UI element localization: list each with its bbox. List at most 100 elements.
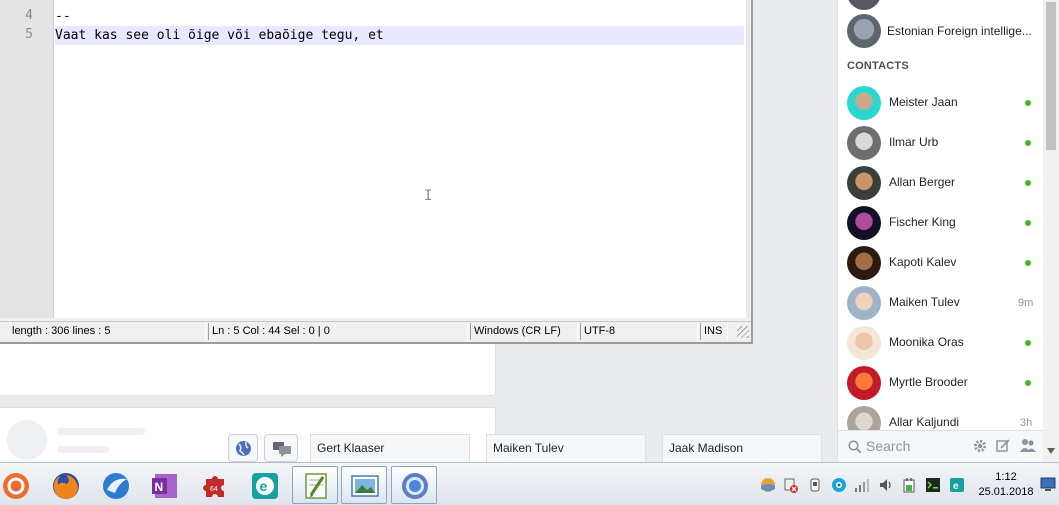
status-insert-mode[interactable]: INS: [700, 323, 728, 340]
contact-name: Kapoti Kalev: [889, 255, 957, 269]
chat-tab[interactable]: Maiken Tulev: [486, 434, 646, 462]
taskbar-eset[interactable]: e: [241, 466, 287, 504]
avatar: [847, 126, 881, 160]
weather-icon[interactable]: [760, 477, 776, 493]
contact-name: Moonika Oras: [889, 335, 964, 349]
chat-tab[interactable]: Jaak Madison: [662, 434, 822, 462]
group-chat-row[interactable]: Estonian Foreign intellige...: [838, 11, 1038, 51]
contacts-heading: CONTACTS: [847, 60, 909, 72]
thunderbird-icon: [103, 473, 129, 499]
chat-search-bar[interactable]: Search: [838, 430, 1044, 462]
taskbar-puzzle64[interactable]: 64: [191, 466, 237, 504]
contact-row[interactable]: Fischer King: [838, 203, 1038, 243]
avatar: [847, 366, 881, 400]
svg-text:N: N: [155, 480, 164, 494]
firefox-icon: [53, 473, 79, 499]
chat-tab[interactable]: Gert Klaaser: [310, 434, 470, 462]
svg-text:64: 64: [210, 486, 218, 493]
system-tray: e 1:12 25.01.2018: [754, 464, 1059, 505]
taskbar-notepadplusplus[interactable]: [292, 466, 338, 504]
contact-row[interactable]: Maiken Tulev 9m: [838, 283, 1038, 323]
skeleton-line: [57, 428, 145, 435]
contact-row[interactable]: Meister Jaan: [838, 83, 1038, 123]
signal-strength-icon[interactable]: [854, 477, 870, 493]
contact-name: Meister Jaan: [889, 95, 958, 109]
taskbar-thunderbird[interactable]: [92, 466, 138, 504]
group-avatar: [847, 14, 881, 48]
text-cursor-icon: I: [424, 188, 433, 204]
group-chat-name: Estonian Foreign intellige...: [887, 24, 1032, 38]
online-dot-icon: [1025, 260, 1031, 266]
usb-device-icon[interactable]: [807, 477, 823, 493]
avatar: [847, 206, 881, 240]
svg-text:e: e: [953, 481, 959, 492]
chat-tab-label: Gert Klaaser: [317, 441, 385, 455]
status-caret-position: Ln : 5 Col : 44 Sel : 0 | 0: [208, 323, 468, 340]
skeleton-avatar: [7, 420, 47, 460]
contact-name: Myrtle Brooder: [889, 375, 968, 389]
taskbar-photo-viewer[interactable]: [341, 466, 387, 504]
svg-text:e: e: [260, 478, 268, 494]
eset-icon: e: [252, 473, 278, 499]
speaker-icon[interactable]: [878, 477, 894, 493]
contact-row[interactable]: Myrtle Brooder: [838, 363, 1038, 403]
notepad-editor-window: 3 4 5 -- Vaat kas see oli õige või ebaõi…: [0, 0, 753, 344]
world-chat-button[interactable]: [228, 434, 258, 462]
status-encoding[interactable]: UTF-8: [580, 323, 698, 340]
create-group-icon[interactable]: [1020, 438, 1036, 453]
eset-tray-icon[interactable]: e: [949, 477, 965, 493]
taskbar-firefox[interactable]: [42, 466, 88, 504]
online-dot-icon: [1025, 380, 1031, 386]
puzzle64-icon: 64: [203, 476, 224, 497]
contact-name: Allar Kaljundi: [889, 415, 960, 429]
contact-name: Allan Berger: [889, 175, 956, 189]
taskbar-avast[interactable]: [0, 466, 38, 504]
contact-row[interactable]: Kapoti Kalev: [838, 243, 1038, 283]
search-icon: [848, 440, 862, 454]
avatar: [847, 166, 881, 200]
contact-row[interactable]: Allan Berger: [838, 163, 1038, 203]
windows-taskbar: N 64 e e 1:12 25.01.2018: [0, 462, 1059, 505]
network-disconnected-icon[interactable]: [783, 477, 799, 493]
contact-name: Maiken Tulev: [889, 295, 960, 309]
gear-icon[interactable]: [973, 439, 987, 453]
line-number: 4: [25, 8, 33, 23]
eye-icon[interactable]: [831, 477, 847, 493]
code-line[interactable]: --: [55, 7, 744, 26]
line-number: 5: [25, 27, 33, 42]
clock-date: 25.01.2018: [978, 486, 1034, 498]
clock-time: 1:12: [995, 471, 1017, 483]
chat-sidebar: Estonian Foreign intellige... CONTACTS M…: [837, 0, 1059, 462]
messenger-button[interactable]: [264, 434, 298, 462]
taskbar-chrome[interactable]: [391, 466, 437, 504]
terminal-app-icon[interactable]: [925, 477, 941, 493]
line-number: 3: [25, 0, 33, 4]
contact-row[interactable]: Ilmar Urb: [838, 123, 1038, 163]
onenote-icon: N: [152, 474, 177, 498]
status-eol-format[interactable]: Windows (CR LF): [470, 323, 578, 340]
chat-sidebar-scrollbar[interactable]: [1043, 0, 1059, 462]
new-message-icon[interactable]: [996, 439, 1010, 453]
show-desktop-icon[interactable]: [1040, 475, 1056, 493]
skeleton-line: [57, 446, 109, 453]
resize-grip-icon[interactable]: [737, 326, 749, 338]
last-active-time: 9m: [1018, 297, 1034, 309]
scrollbar-thumb[interactable]: [1046, 2, 1056, 150]
editor-scrollbar[interactable]: [746, 0, 750, 318]
last-active-time: 3h: [1020, 417, 1033, 429]
chrome-icon: [402, 473, 428, 499]
group-avatar-partial[interactable]: [847, 0, 881, 10]
taskbar-clock[interactable]: 1:12 25.01.2018: [976, 470, 1036, 500]
current-code-line[interactable]: Vaat kas see oli õige või ebaõige tegu, …: [55, 26, 744, 45]
avatar: [847, 286, 881, 320]
text-editor-area[interactable]: -- Vaat kas see oli õige või ebaõige teg…: [54, 0, 746, 318]
taskbar-onenote[interactable]: N: [141, 466, 187, 504]
avast-icon: [3, 473, 29, 499]
avatar: [847, 246, 881, 280]
battery-charging-icon[interactable]: [901, 477, 917, 493]
status-doc-length: length : 306 lines : 5: [0, 323, 206, 340]
contact-row[interactable]: Moonika Oras: [838, 323, 1038, 363]
scroll-down-arrow-icon[interactable]: [1047, 448, 1055, 454]
search-input[interactable]: Search: [866, 438, 910, 454]
line-number-gutter: 3 4 5: [0, 0, 54, 318]
